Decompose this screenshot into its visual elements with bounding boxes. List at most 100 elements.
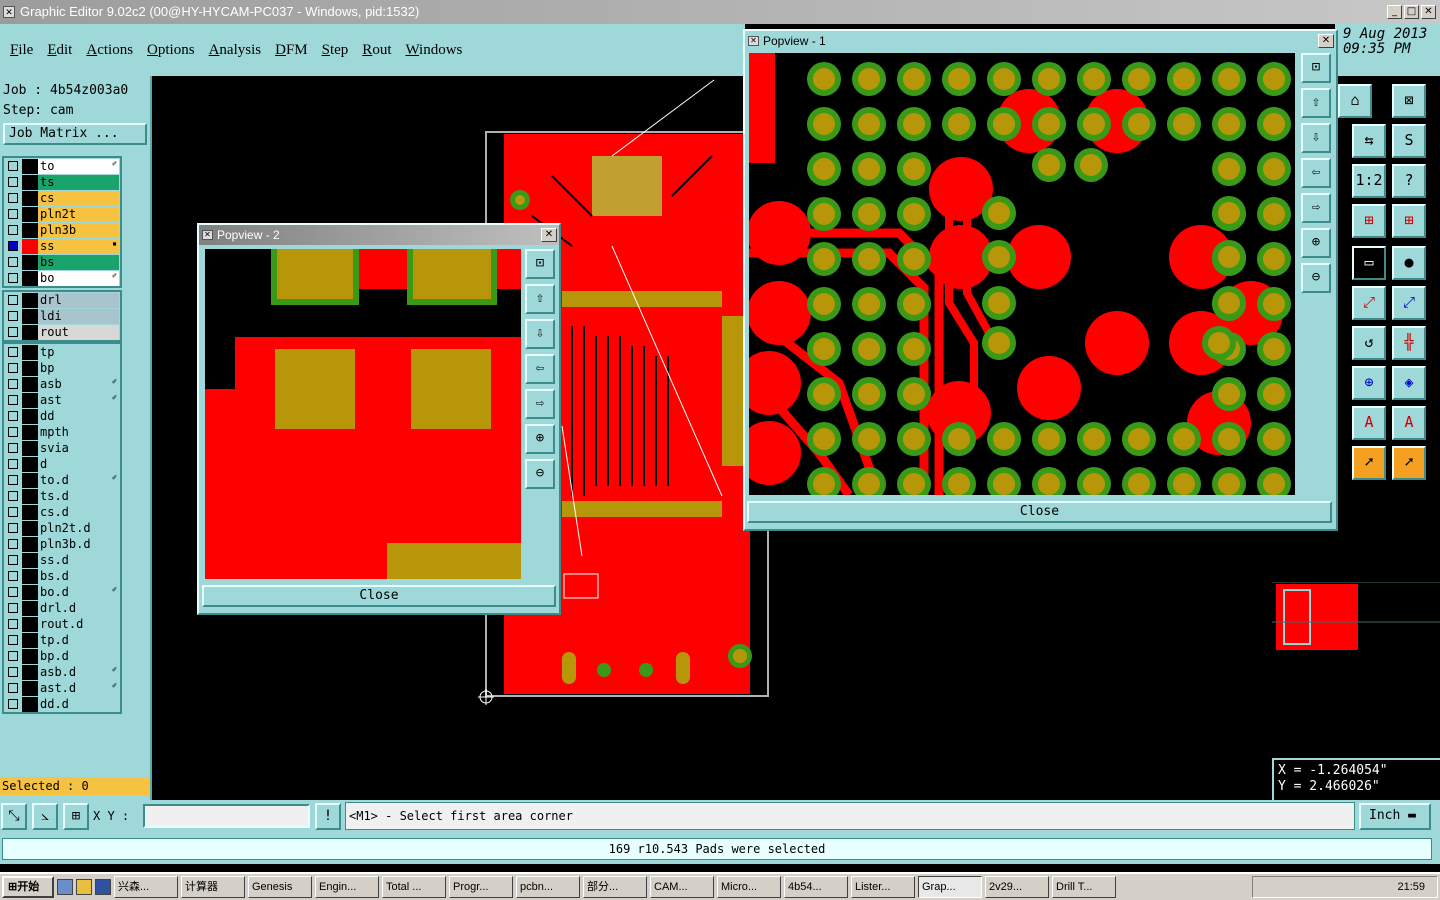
layer-row-rout[interactable]: rout xyxy=(4,324,120,340)
layer-row-ts[interactable]: ts xyxy=(4,174,120,190)
layer-color-swatch[interactable] xyxy=(22,664,38,680)
layer-checkbox[interactable] xyxy=(8,475,18,485)
layer-color-swatch[interactable] xyxy=(22,568,38,584)
pv1-zoom-fit-icon[interactable]: ⊡ xyxy=(1301,53,1331,83)
layer-name[interactable]: cs.d xyxy=(38,504,119,520)
layer-name[interactable]: pln2t xyxy=(38,206,119,222)
pv2-pan-up-icon[interactable]: ⇧ xyxy=(525,284,555,314)
layer-row-bs-d[interactable]: bs.d xyxy=(4,568,120,584)
menu-dfm[interactable]: DFM xyxy=(275,42,308,59)
menu-rout[interactable]: Rout xyxy=(362,42,391,59)
scale-icon[interactable]: 1:2 xyxy=(1352,164,1386,198)
layer-checkbox[interactable] xyxy=(8,683,18,693)
help-icon[interactable]: ? xyxy=(1392,164,1426,198)
layer-checkbox[interactable] xyxy=(8,603,18,613)
layer-name[interactable]: mpth xyxy=(38,424,119,440)
pv1-pan-down-icon[interactable]: ⇩ xyxy=(1301,123,1331,153)
layer-name[interactable]: rout.d xyxy=(38,616,119,632)
layer-checkbox[interactable] xyxy=(8,225,18,235)
taskbar-item[interactable]: 计算器 xyxy=(181,876,245,898)
layer-checkbox[interactable] xyxy=(8,635,18,645)
pv2-zoom-in-icon[interactable]: ⊕ xyxy=(525,424,555,454)
layer-color-swatch[interactable] xyxy=(22,600,38,616)
layer-row-bp[interactable]: bp xyxy=(4,360,120,376)
layer-row-ast[interactable]: ast ✐ xyxy=(4,392,120,408)
layer-color-swatch[interactable] xyxy=(22,308,38,324)
layer-row-drl-d[interactable]: drl.d xyxy=(4,600,120,616)
taskbar-item[interactable]: 部分... xyxy=(583,876,647,898)
layer-row-to[interactable]: to ✐ xyxy=(4,158,120,174)
layer-checkbox[interactable] xyxy=(8,395,18,405)
menu-windows[interactable]: Windows xyxy=(405,42,462,59)
layer-name[interactable]: ss.d xyxy=(38,552,119,568)
layer-name[interactable]: cs xyxy=(38,190,119,206)
menu-options[interactable]: Options xyxy=(147,42,195,59)
layer-row-dd-d[interactable]: dd.d xyxy=(4,696,120,712)
layer-row-bo[interactable]: bo ✐ xyxy=(4,270,120,286)
layer-color-swatch[interactable] xyxy=(22,616,38,632)
popview-1-close-icon[interactable]: ✕ xyxy=(1318,34,1334,48)
quicklaunch-icon-2[interactable] xyxy=(76,879,92,895)
layer-checkbox[interactable] xyxy=(8,311,18,321)
pv2-pan-right-icon[interactable]: ⇨ xyxy=(525,389,555,419)
popview-2-close-icon[interactable]: ✕ xyxy=(541,228,557,242)
layer-checkbox[interactable] xyxy=(8,491,18,501)
ruler-icon[interactable]: ▭ xyxy=(1352,246,1386,280)
layer-name[interactable]: ldi xyxy=(38,308,119,324)
layer-row-pln3b[interactable]: pln3b xyxy=(4,222,120,238)
layer-color-swatch[interactable] xyxy=(22,456,38,472)
taskbar-item[interactable]: CAM... xyxy=(650,876,714,898)
layer-name[interactable]: bo xyxy=(38,270,119,286)
shapes-icon[interactable]: ◈ xyxy=(1392,366,1426,400)
layer-row-pln2t-d[interactable]: pln2t.d xyxy=(4,520,120,536)
pv1-pan-up-icon[interactable]: ⇧ xyxy=(1301,88,1331,118)
layer-name[interactable]: pln2t.d xyxy=(38,520,119,536)
layer-name[interactable]: pln3b.d xyxy=(38,536,119,552)
close-button[interactable]: ✕ xyxy=(1421,5,1436,19)
layer-row-bp-d[interactable]: bp.d xyxy=(4,648,120,664)
layer-checkbox[interactable] xyxy=(8,699,18,709)
layer-color-swatch[interactable] xyxy=(22,222,38,238)
taskbar-item[interactable]: Drill T... xyxy=(1052,876,1116,898)
tool-icon-1[interactable]: ⌂ xyxy=(1338,84,1372,118)
layer-checkbox[interactable] xyxy=(8,459,18,469)
layer-name[interactable]: ts xyxy=(38,174,119,190)
layer-name[interactable]: asb.d xyxy=(38,664,119,680)
layer-checkbox[interactable] xyxy=(8,273,18,283)
layer-name[interactable]: ast.d xyxy=(38,680,119,696)
menu-step[interactable]: Step xyxy=(322,42,349,59)
layer-row-d[interactable]: d xyxy=(4,456,120,472)
layer-name[interactable]: to xyxy=(38,158,119,174)
layer-checkbox[interactable] xyxy=(8,161,18,171)
layer-name[interactable]: bo.d xyxy=(38,584,119,600)
layer-color-swatch[interactable] xyxy=(22,158,38,174)
snap-icon[interactable]: ⤡ xyxy=(1,803,27,830)
layer-checkbox[interactable] xyxy=(8,555,18,565)
job-matrix-button[interactable]: Job Matrix ... xyxy=(3,123,147,145)
layer-color-swatch[interactable] xyxy=(22,270,38,286)
layer-color-swatch[interactable] xyxy=(22,680,38,696)
layer-color-swatch[interactable] xyxy=(22,344,38,360)
layer-row-ast-d[interactable]: ast.d ✐ xyxy=(4,680,120,696)
layer-row-drl[interactable]: drl xyxy=(4,292,120,308)
layer-checkbox[interactable] xyxy=(8,327,18,337)
layer-color-swatch[interactable] xyxy=(22,440,38,456)
popview-1-canvas[interactable] xyxy=(749,53,1295,495)
alert-icon[interactable]: ! xyxy=(315,803,341,830)
pv1-pan-right-icon[interactable]: ⇨ xyxy=(1301,193,1331,223)
layer-color-swatch[interactable] xyxy=(22,174,38,190)
taskbar-item[interactable]: pcbn... xyxy=(516,876,580,898)
layer-checkbox[interactable] xyxy=(8,523,18,533)
layer-color-swatch[interactable] xyxy=(22,324,38,340)
layer-row-tp[interactable]: tp xyxy=(4,344,120,360)
layer-row-ts-d[interactable]: ts.d xyxy=(4,488,120,504)
layer-checkbox[interactable] xyxy=(8,257,18,267)
pv1-zoom-out-icon[interactable]: ⊖ xyxy=(1301,263,1331,293)
layer-name[interactable]: svia xyxy=(38,440,119,456)
layer-checkbox[interactable] xyxy=(8,539,18,549)
layer-checkbox[interactable] xyxy=(8,411,18,421)
layer-name[interactable]: drl.d xyxy=(38,600,119,616)
layer-row-pln3b-d[interactable]: pln3b.d xyxy=(4,536,120,552)
layer-row-asb[interactable]: asb ✐ xyxy=(4,376,120,392)
taskbar-item[interactable]: Grap... xyxy=(918,876,982,898)
